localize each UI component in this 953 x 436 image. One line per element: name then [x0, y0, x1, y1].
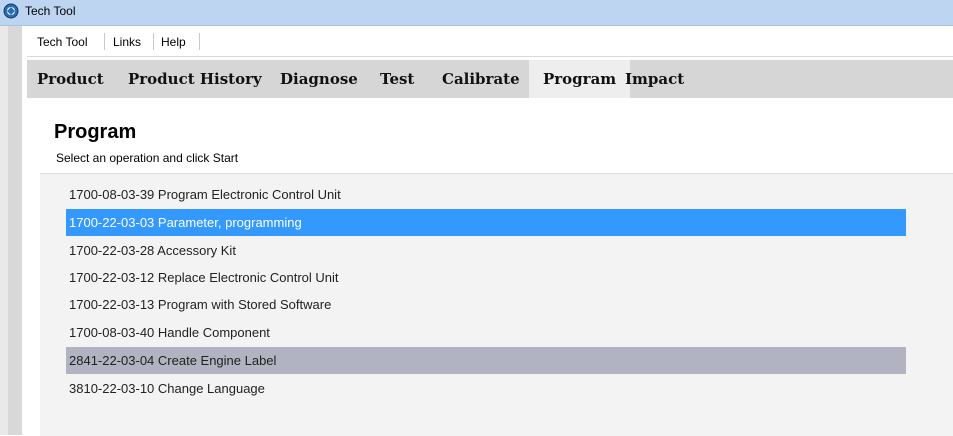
tab-program[interactable]: Program [529, 60, 631, 98]
list-item[interactable]: 1700-08-03-39 Program Electronic Control… [66, 181, 906, 208]
menu-bar: Tech Tool Links Help [27, 26, 953, 57]
list-item[interactable]: 1700-22-03-28 Accessory Kit [66, 237, 906, 264]
menu-item-tech-tool[interactable]: Tech Tool [37, 35, 87, 49]
tab-bar: Product Product History Diagnose Test Ca… [27, 60, 953, 98]
menu-item-help[interactable]: Help [161, 35, 186, 49]
tab-diagnose[interactable]: Diagnose [280, 60, 358, 98]
window-title: Tech Tool [25, 4, 76, 18]
menu-separator [153, 33, 154, 50]
list-item[interactable]: 1700-22-03-13 Program with Stored Softwa… [66, 291, 906, 318]
page-title: Program [54, 121, 137, 143]
tab-calibrate[interactable]: Calibrate [442, 60, 520, 98]
tab-test[interactable]: Test [380, 60, 414, 98]
menu-separator [104, 33, 105, 50]
tab-product[interactable]: Product [37, 60, 104, 98]
list-item-selected[interactable]: 1700-22-03-03 Parameter, programming [66, 209, 906, 236]
window-titlebar: Tech Tool [0, 0, 953, 26]
tech-tool-app-icon [3, 3, 19, 19]
list-item[interactable]: 1700-22-03-12 Replace Electronic Control… [66, 264, 906, 291]
tab-impact[interactable]: Impact [625, 60, 684, 98]
list-item-hovered[interactable]: 2841-22-03-04 Create Engine Label [66, 347, 906, 374]
left-splitter[interactable] [8, 26, 22, 435]
list-item[interactable]: 3810-22-03-10 Change Language [66, 375, 906, 402]
tab-product-history[interactable]: Product History [128, 60, 262, 98]
menu-item-links[interactable]: Links [113, 35, 141, 49]
page-subtitle: Select an operation and click Start [56, 151, 239, 165]
menu-separator [199, 33, 200, 50]
list-item[interactable]: 1700-08-03-40 Handle Component [66, 319, 906, 346]
operations-list: 1700-08-03-39 Program Electronic Control… [40, 173, 953, 436]
